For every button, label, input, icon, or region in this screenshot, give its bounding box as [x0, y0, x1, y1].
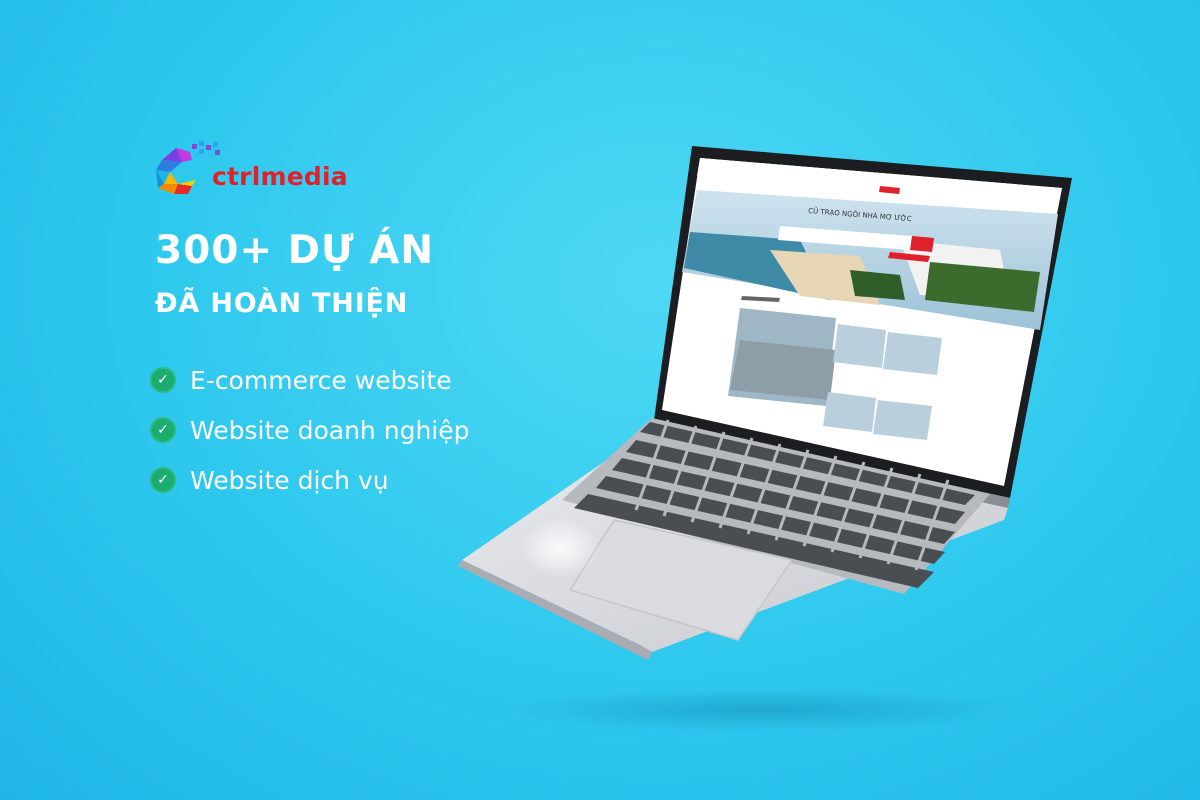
screen-project-card [823, 392, 876, 432]
light-glare [520, 518, 600, 578]
laptop-shadow [500, 688, 1020, 732]
screen-project-card [883, 332, 942, 375]
laptop-mockup: CỦ TRẠO NGÔI NHÀ MƠ ƯỚC [458, 146, 1072, 732]
screen-project-card [873, 400, 932, 440]
screen-project-card [833, 324, 886, 368]
